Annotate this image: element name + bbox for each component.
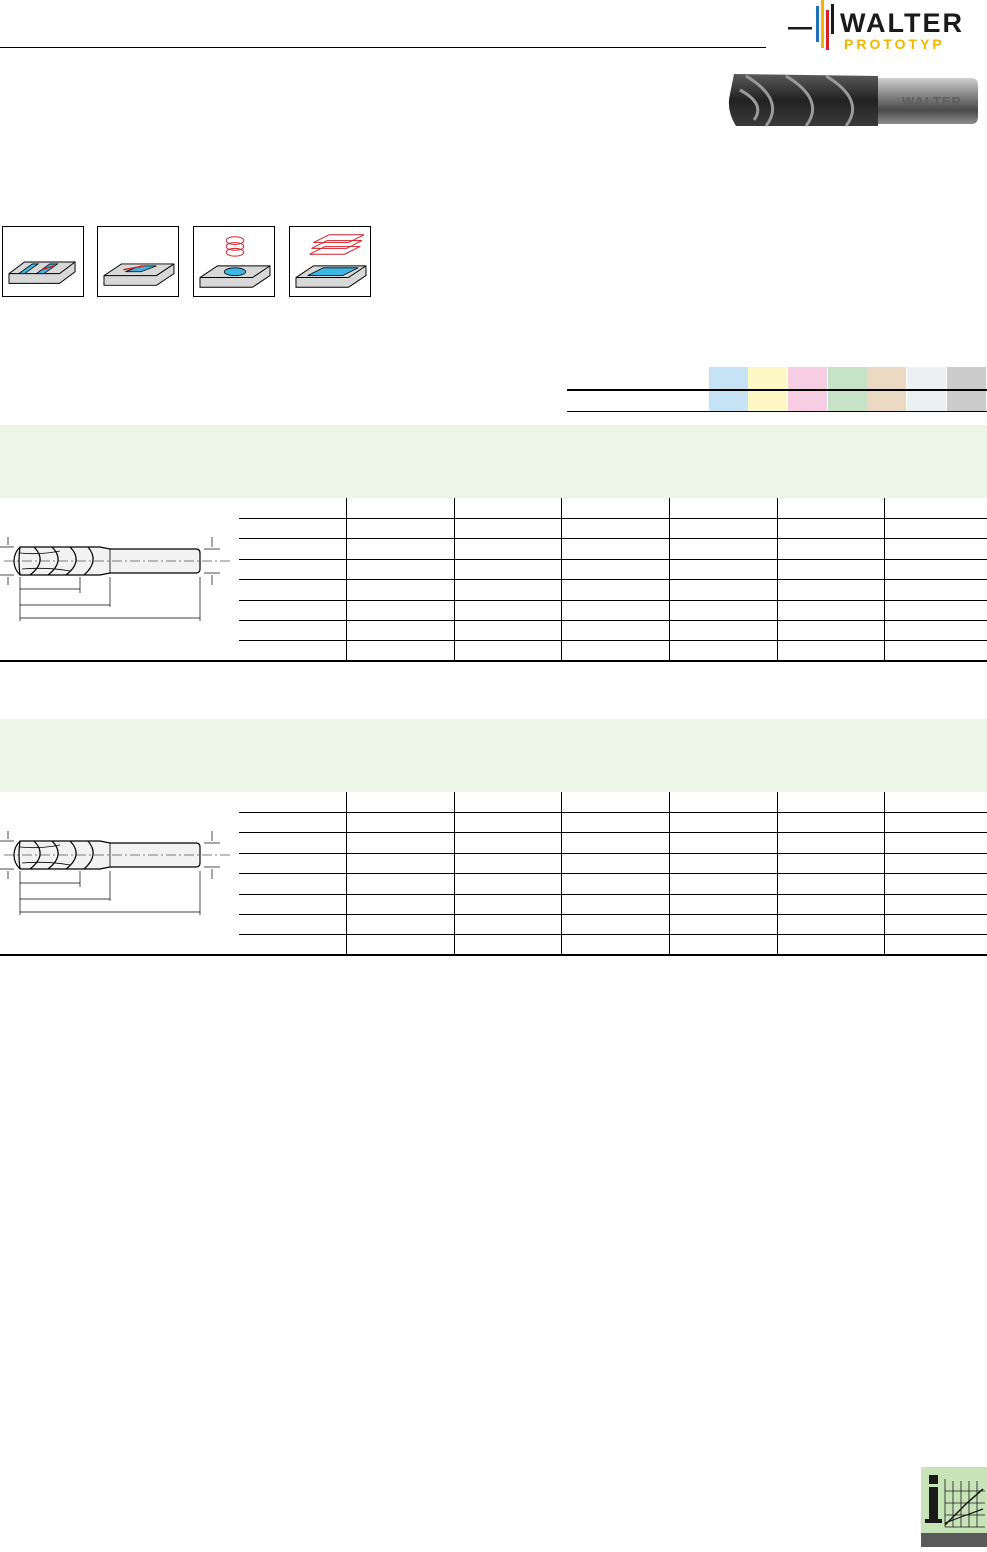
product-section-2 <box>0 719 987 957</box>
table-row <box>239 518 987 519</box>
info-graph-icon[interactable] <box>921 1467 987 1547</box>
helical-plunge-icon <box>193 226 275 297</box>
table-row <box>239 894 987 895</box>
table-col-divider <box>561 498 562 660</box>
ramping-icon <box>97 226 179 297</box>
section-bottom-rule <box>0 954 987 956</box>
dimension-table <box>239 792 987 955</box>
table-col-divider <box>346 792 347 954</box>
table-col-divider <box>884 498 885 660</box>
pocket-milling-icon <box>289 226 371 297</box>
header-rule <box>0 47 766 48</box>
section-header-band <box>0 719 987 792</box>
dimension-table <box>239 498 987 661</box>
legend-rule-bottom <box>567 411 987 412</box>
table-row <box>239 832 987 833</box>
table-row <box>239 620 987 621</box>
section-bottom-rule <box>0 660 987 662</box>
end-mill-drawing-icon <box>0 819 236 939</box>
table-col-divider <box>669 498 670 660</box>
end-mill-drawing-icon <box>0 525 236 645</box>
table-col-divider <box>454 792 455 954</box>
table-row <box>239 538 987 539</box>
logo-name: WALTER <box>840 8 964 38</box>
table-row <box>239 559 987 560</box>
product-section-1 <box>0 425 987 663</box>
table-col-divider <box>454 498 455 660</box>
table-col-divider <box>884 792 885 954</box>
legend-rule-top <box>567 389 987 391</box>
table-row <box>239 812 987 813</box>
end-mill-photo-icon: WALTER <box>726 70 978 128</box>
table-row <box>239 934 987 935</box>
table-row <box>239 640 987 641</box>
table-col-divider <box>561 792 562 954</box>
table-row <box>239 853 987 854</box>
table-col-divider <box>346 498 347 660</box>
table-row <box>239 873 987 874</box>
material-group-legend <box>567 367 987 412</box>
logo-subname: PROTOTYP <box>844 36 945 52</box>
table-row <box>239 600 987 601</box>
table-row <box>239 579 987 580</box>
table-col-divider <box>777 792 778 954</box>
walter-prototyp-logo: WALTER PROTOTYP <box>788 0 987 56</box>
section-header-band <box>0 425 987 498</box>
table-col-divider <box>777 498 778 660</box>
slot-milling-icon <box>2 226 84 297</box>
table-col-divider <box>669 792 670 954</box>
table-row <box>239 914 987 915</box>
photo-engraving: WALTER <box>902 94 962 109</box>
